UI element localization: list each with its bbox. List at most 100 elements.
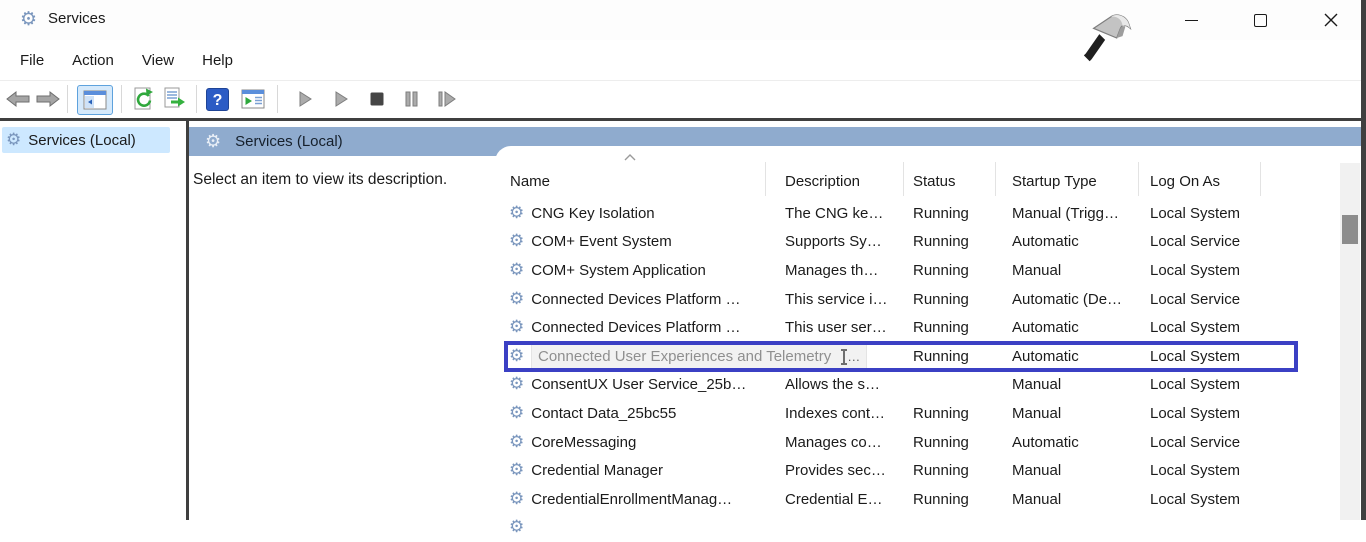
sidebar-item-services-local[interactable]: ⚙ Services (Local) bbox=[2, 127, 170, 153]
banner-title: Services (Local) bbox=[235, 133, 343, 150]
column-header-logon-as[interactable]: Log On As bbox=[1138, 173, 1260, 198]
table-row[interactable]: ⚙ Credential Manager Provides sec… Runni… bbox=[495, 456, 1340, 485]
service-name: Credential Manager bbox=[531, 462, 663, 479]
menu-file[interactable]: File bbox=[6, 46, 58, 75]
service-description: The CNG ke… bbox=[765, 205, 903, 222]
service-status: Running bbox=[903, 262, 995, 279]
back-icon bbox=[5, 89, 31, 109]
service-name: CNG Key Isolation bbox=[531, 205, 654, 222]
stop-service-icon bbox=[368, 90, 386, 108]
refresh-icon bbox=[131, 87, 155, 111]
column-header-description[interactable]: Description bbox=[765, 173, 903, 198]
stop-service-button[interactable] bbox=[363, 86, 391, 112]
service-description: Indexes cont… bbox=[765, 405, 903, 422]
column-header-name[interactable]: Name bbox=[495, 173, 765, 198]
maximize-button[interactable] bbox=[1245, 6, 1275, 34]
minimize-button[interactable] bbox=[1176, 6, 1206, 34]
start-service-button[interactable] bbox=[292, 86, 320, 112]
service-startup-type: Automatic (De… bbox=[995, 291, 1138, 308]
service-startup-type: Manual (Trigg… bbox=[995, 205, 1138, 222]
table-row[interactable]: ⚙ ConsentUX User Service_25b… Allows the… bbox=[495, 371, 1340, 400]
service-name: COM+ Event System bbox=[531, 233, 671, 250]
service-logon: Local Service bbox=[1138, 434, 1260, 451]
service-gear-icon: ⚙ bbox=[509, 262, 524, 279]
menu-view[interactable]: View bbox=[128, 46, 188, 75]
menu-bar: File Action View Help bbox=[0, 40, 1366, 81]
column-header-status[interactable]: Status bbox=[903, 173, 995, 198]
sidebar-item-label: Services (Local) bbox=[28, 132, 136, 149]
main-pane: ⚙ Services (Local) Select an item to vie… bbox=[189, 121, 1361, 520]
service-description: This user ser… bbox=[765, 319, 903, 336]
menu-help[interactable]: Help bbox=[188, 46, 247, 75]
column-separator[interactable] bbox=[903, 162, 904, 196]
vertical-scrollbar[interactable] bbox=[1340, 163, 1360, 520]
service-gear-icon: ⚙ bbox=[509, 434, 524, 451]
table-row[interactable]: ⚙ Connected Devices Platform … This serv… bbox=[495, 285, 1340, 314]
help-button[interactable]: ? bbox=[203, 86, 231, 112]
back-button[interactable] bbox=[4, 86, 32, 112]
service-description: This service i… bbox=[765, 291, 903, 308]
service-status: Running bbox=[903, 405, 995, 422]
table-row[interactable]: ⚙ bbox=[495, 514, 1340, 542]
banner-gear-icon: ⚙ bbox=[205, 131, 221, 152]
column-separator[interactable] bbox=[995, 162, 996, 196]
service-name: Connected Devices Platform … bbox=[531, 291, 740, 308]
toolbar-separator bbox=[196, 85, 197, 113]
service-name: COM+ System Application bbox=[531, 262, 706, 279]
pause-service-button[interactable] bbox=[398, 86, 426, 112]
forward-icon bbox=[35, 89, 61, 109]
table-row[interactable]: ⚙ COM+ Event System Supports Sy… Running… bbox=[495, 228, 1340, 257]
forward-button[interactable] bbox=[34, 86, 62, 112]
window-title: Services bbox=[48, 10, 106, 27]
table-row[interactable]: ⚙ CredentialEnrollmentManag… Credential … bbox=[495, 485, 1340, 514]
column-separator[interactable] bbox=[1260, 162, 1261, 196]
table-row[interactable]: ⚙ CNG Key Isolation The CNG ke… Running … bbox=[495, 199, 1340, 228]
column-separator[interactable] bbox=[1138, 162, 1139, 196]
service-gear-icon: ⚙ bbox=[509, 348, 524, 365]
service-status: Running bbox=[903, 491, 995, 508]
service-gear-icon: ⚙ bbox=[509, 205, 524, 222]
service-description: Credential E… bbox=[765, 491, 903, 508]
service-name: ConsentUX User Service_25b… bbox=[531, 376, 746, 393]
resume-service-button[interactable] bbox=[328, 86, 356, 112]
pause-service-icon bbox=[403, 90, 421, 108]
service-name: CredentialEnrollmentManag… bbox=[531, 491, 732, 508]
service-logon: Local System bbox=[1138, 405, 1260, 422]
hammer-cursor-icon bbox=[1080, 10, 1138, 66]
table-row[interactable]: ⚙ Contact Data_25bc55 Indexes cont… Runn… bbox=[495, 399, 1340, 428]
tree-pane-border bbox=[186, 121, 189, 520]
column-separator[interactable] bbox=[765, 162, 766, 196]
service-startup-type: Manual bbox=[995, 262, 1138, 279]
services-list-panel: Name Description Status Startup Type Log… bbox=[495, 146, 1361, 520]
service-logon: Local System bbox=[1138, 319, 1260, 336]
service-gear-icon: ⚙ bbox=[509, 405, 524, 422]
service-name: CoreMessaging bbox=[531, 434, 636, 451]
refresh-button[interactable] bbox=[129, 86, 157, 112]
show-console-tree-button[interactable] bbox=[77, 85, 113, 115]
service-status: Running bbox=[903, 462, 995, 479]
service-description: Manages th… bbox=[765, 262, 903, 279]
service-name: Contact Data_25bc55 bbox=[531, 405, 676, 422]
toolbar-separator bbox=[67, 85, 68, 113]
restart-service-button[interactable] bbox=[433, 86, 461, 112]
description-hint: Select an item to view its description. bbox=[193, 171, 447, 189]
table-row[interactable]: ⚙ CoreMessaging Manages co… Running Auto… bbox=[495, 428, 1340, 457]
menu-action[interactable]: Action bbox=[58, 46, 128, 75]
close-button[interactable] bbox=[1316, 6, 1346, 34]
table-row[interactable]: ⚙ Connected Devices Platform … This user… bbox=[495, 313, 1340, 342]
export-list-button[interactable] bbox=[160, 86, 188, 112]
service-status: Running bbox=[903, 434, 995, 451]
maximize-icon bbox=[1254, 14, 1267, 27]
scrollbar-thumb[interactable] bbox=[1342, 215, 1358, 244]
service-startup-type: Automatic bbox=[995, 434, 1138, 451]
service-status: Running bbox=[903, 319, 995, 336]
show-action-pane-button[interactable] bbox=[239, 86, 267, 112]
service-name-tooltip: Connected User Experiences and Telemetry… bbox=[531, 344, 867, 370]
table-row[interactable]: ⚙ Connected User Experiences and Telemet… bbox=[495, 342, 1340, 371]
column-header-startup-type[interactable]: Startup Type bbox=[995, 173, 1138, 198]
service-status: Running bbox=[903, 205, 995, 222]
service-startup-type: Manual bbox=[995, 376, 1138, 393]
service-startup-type: Automatic bbox=[995, 319, 1138, 336]
table-row[interactable]: ⚙ COM+ System Application Manages th… Ru… bbox=[495, 256, 1340, 285]
minimize-icon bbox=[1185, 20, 1198, 21]
